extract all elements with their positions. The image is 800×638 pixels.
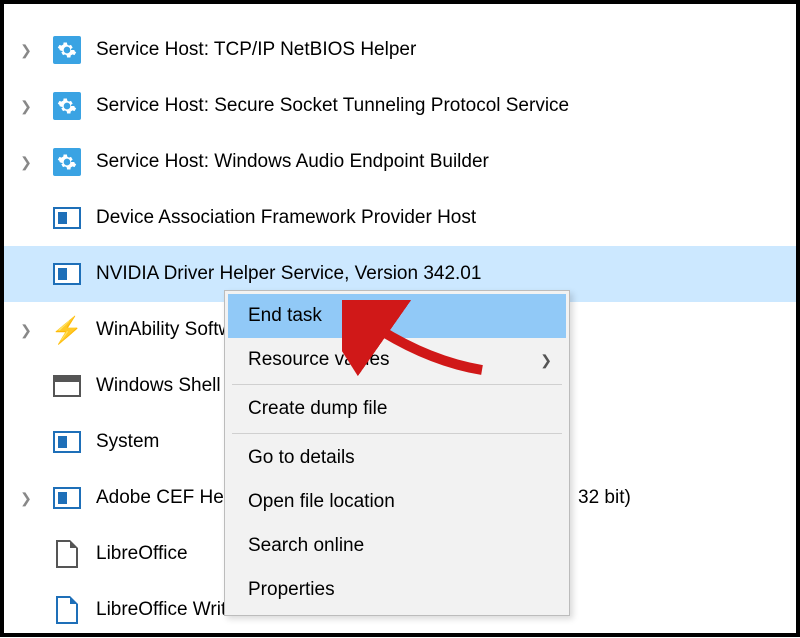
lightning-icon: ⚡ [52,315,82,345]
expand-chevron-icon[interactable]: ❯ [18,490,34,507]
window-tile-icon [52,483,82,513]
document-icon [52,595,82,625]
process-row[interactable]: ❯ Service Host: Secure Socket Tunneling … [4,78,796,134]
context-menu-item-label: End task [248,305,322,327]
process-name: LibreOffice [96,543,188,565]
context-menu-item-label: Search online [248,535,364,557]
context-menu-separator [232,384,562,385]
context-menu-go-to-details[interactable]: Go to details [228,436,566,480]
context-menu-item-label: Resource values [248,349,390,371]
context-menu-item-label: Go to details [248,447,355,469]
process-name: Service Host: TCP/IP NetBIOS Helper [96,39,416,61]
window-tile-icon [52,203,82,233]
process-name: Service Host: Secure Socket Tunneling Pr… [96,95,569,117]
context-menu-end-task[interactable]: End task [228,294,566,338]
process-name-tail: 32 bit) [578,487,631,509]
context-menu-resource-values[interactable]: Resource values ❯ [228,338,566,382]
context-menu-item-label: Create dump file [248,398,387,420]
context-menu-open-file-location[interactable]: Open file location [228,480,566,524]
context-menu-item-label: Properties [248,579,335,601]
context-menu-item-label: Open file location [248,491,395,513]
context-menu-separator [232,433,562,434]
context-menu-create-dump[interactable]: Create dump file [228,387,566,431]
expand-chevron-icon[interactable]: ❯ [18,322,34,339]
expand-chevron-icon[interactable]: ❯ [18,42,34,59]
window-tile-icon [52,427,82,457]
process-row[interactable]: ❯ Service Host: TCP/IP NetBIOS Helper [4,22,796,78]
gear-icon [52,35,82,65]
process-name: Device Association Framework Provider Ho… [96,207,476,229]
process-name: System [96,431,159,453]
process-row[interactable]: ❯ Device Association Framework Provider … [4,190,796,246]
window-icon [52,371,82,401]
expand-chevron-icon[interactable]: ❯ [18,154,34,171]
expand-chevron-icon[interactable]: ❯ [18,98,34,115]
process-name: NVIDIA Driver Helper Service, Version 34… [96,263,481,285]
gear-icon [52,91,82,121]
gear-icon [52,147,82,177]
window-tile-icon [52,259,82,289]
process-name: LibreOffice Writer [96,599,243,621]
process-row[interactable]: ❯ Service Host: Windows Audio Endpoint B… [4,134,796,190]
submenu-chevron-icon: ❯ [540,352,552,369]
process-name: Service Host: Windows Audio Endpoint Bui… [96,151,489,173]
context-menu: End task Resource values ❯ Create dump f… [224,290,570,616]
document-icon [52,539,82,569]
context-menu-properties[interactable]: Properties [228,568,566,612]
context-menu-search-online[interactable]: Search online [228,524,566,568]
